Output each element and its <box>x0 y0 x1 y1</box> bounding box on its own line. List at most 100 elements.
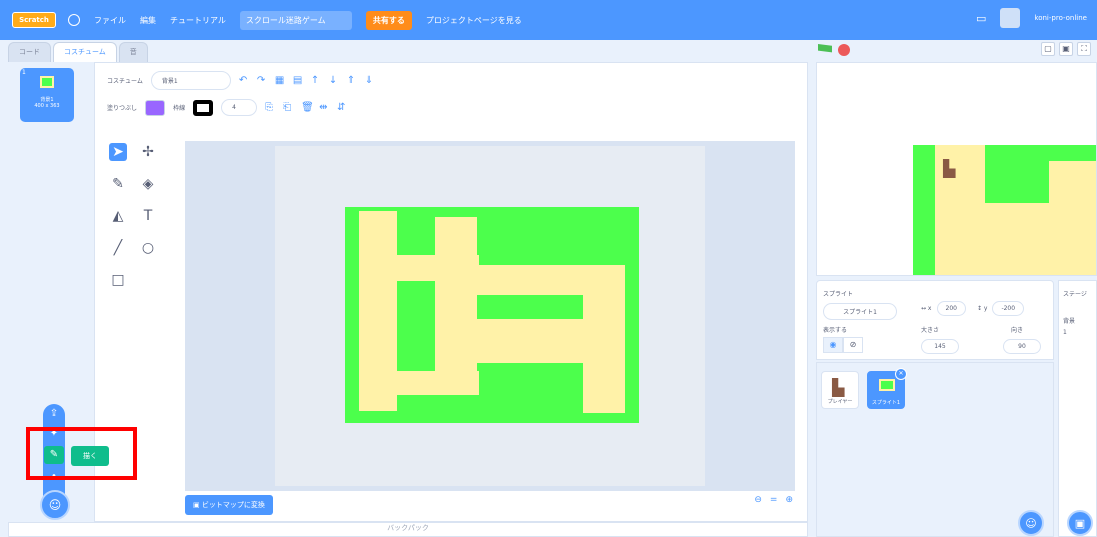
account-area: ▭ koni-pro-online <box>976 8 1087 28</box>
paste-icon[interactable]: ⎗ <box>283 102 293 113</box>
maze-drawing[interactable] <box>345 207 639 423</box>
outline-color-swatch[interactable] <box>193 99 214 116</box>
tab-costume[interactable]: コスチューム <box>53 42 117 62</box>
line-tool-icon[interactable]: ╱ <box>109 239 127 257</box>
upload-icon[interactable]: ⇪ <box>44 405 64 423</box>
username[interactable]: koni-pro-online <box>1034 14 1087 22</box>
sprite-card-sprite1[interactable]: スプライト1 ✕ <box>867 368 907 409</box>
stage-title: ステージ <box>1063 291 1087 298</box>
stage-size-controls: ▢ ▣ ⛶ <box>1041 42 1091 56</box>
sprite-name-input[interactable]: スプライト1 <box>823 303 897 320</box>
costume-name-input[interactable]: 背景1 <box>150 71 231 90</box>
select-tool-icon[interactable]: ➤ <box>109 143 127 161</box>
backpack[interactable]: バックパック <box>8 522 808 537</box>
x-input[interactable]: 200 <box>936 301 966 316</box>
project-page-link[interactable]: プロジェクトページを見る <box>426 15 522 26</box>
flip-horizontal-icon[interactable]: ⇹ <box>319 102 329 113</box>
convert-to-bitmap-button[interactable]: ▣ ビットマップに変換 <box>185 495 273 515</box>
costume-index: 1 <box>22 69 26 76</box>
circle-tool-icon[interactable]: ○ <box>139 239 157 257</box>
flip-vertical-icon[interactable]: ⇵ <box>337 102 347 113</box>
paint-editor: コスチューム 背景1 ↶ ↷ ▦ ▤ ↑ ↓ ⇑ ⇓ 塗りつぶし 枠線 4 ⎘ … <box>94 62 808 522</box>
convert-label: ビットマップに変換 <box>201 501 265 509</box>
back-icon[interactable]: ⇓ <box>365 75 375 86</box>
costume-thumbnail[interactable]: 1 背景1 400 x 363 <box>20 68 74 122</box>
direction-label: 向き <box>1011 327 1024 334</box>
drawing-canvas[interactable] <box>185 141 795 491</box>
outline-label: 枠線 <box>173 105 186 112</box>
eraser-tool-icon[interactable]: ◈ <box>139 175 157 193</box>
copy-icon[interactable]: ⎘ <box>265 102 275 113</box>
outline-width-input[interactable]: 4 <box>221 99 258 116</box>
fill-outline-row: 塗りつぶし 枠線 4 ⎘ ⎗ 🗑 ⇹ ⇵ <box>107 99 347 116</box>
fullscreen-icon[interactable]: ⛶ <box>1077 42 1091 56</box>
fill-tool-icon[interactable]: ◭ <box>109 207 127 225</box>
redo-icon[interactable]: ↷ <box>257 75 267 86</box>
avatar[interactable] <box>1000 8 1021 28</box>
backward-icon[interactable]: ↓ <box>329 75 339 86</box>
forward-icon[interactable]: ↑ <box>311 75 321 86</box>
project-title-input[interactable]: スクロール迷路ゲーム <box>239 10 352 30</box>
rectangle-tool-icon[interactable]: □ <box>109 271 127 289</box>
tab-sound[interactable]: 音 <box>118 42 148 62</box>
ungroup-icon[interactable]: ▤ <box>293 75 303 86</box>
group-icon[interactable]: ▦ <box>275 75 285 86</box>
stage-selector[interactable]: ステージ 背景 1 <box>1058 280 1097 537</box>
add-backdrop-button[interactable]: ▣ <box>1067 510 1093 536</box>
x-arrow-icon: ↔ x <box>921 305 932 312</box>
y-arrow-icon: ↕ y <box>976 305 988 312</box>
costume-thumb-name: 背景1 <box>40 97 54 103</box>
reshape-tool-icon[interactable]: ✢ <box>139 143 157 161</box>
sprite-info-panel: スプライト スプライト1 ↔ x 200 ↕ y -200 表示する 大きさ 向… <box>816 280 1054 360</box>
tab-code-label: コード <box>19 48 40 56</box>
bear-sprite-icon[interactable]: ▙ <box>943 159 955 178</box>
backdrop-count: 1 <box>1063 329 1067 336</box>
zoom-in-icon[interactable]: ⊕ <box>785 495 793 505</box>
costume-preview <box>40 76 54 88</box>
y-input[interactable]: -200 <box>992 301 1025 316</box>
tab-costume-label: コスチューム <box>64 48 106 56</box>
delete-icon[interactable]: ✕ <box>895 368 907 380</box>
undo-icon[interactable]: ↶ <box>239 75 249 86</box>
size-input[interactable]: 145 <box>921 339 959 354</box>
hide-eye-icon[interactable]: ⊘ <box>843 337 863 353</box>
maze-thumb-icon <box>879 379 895 391</box>
costume-label: コスチューム <box>107 78 143 85</box>
folder-icon[interactable]: ▭ <box>976 12 986 25</box>
sprite-name: プレイヤー <box>827 399 853 405</box>
stop-icon[interactable] <box>838 44 850 56</box>
direction-input[interactable]: 90 <box>1003 339 1041 354</box>
backdrop-label: 背景 <box>1063 318 1076 325</box>
show-eye-icon[interactable]: ◉ <box>823 337 843 353</box>
zoom-out-icon[interactable]: ⊖ <box>754 495 762 505</box>
add-sprite-button[interactable]: ☺ <box>1018 510 1044 536</box>
stage[interactable]: ▙ <box>816 62 1097 276</box>
fill-color-swatch[interactable] <box>145 99 166 116</box>
front-icon[interactable]: ⇑ <box>347 75 357 86</box>
bear-icon: ▙ <box>832 378 845 397</box>
highlight-box <box>26 427 137 480</box>
brush-tool-icon[interactable]: ✎ <box>109 175 127 193</box>
small-stage-icon[interactable]: ▢ <box>1041 42 1055 56</box>
green-flag-icon[interactable] <box>818 44 832 53</box>
zoom-reset-icon[interactable]: = <box>770 495 778 505</box>
share-button[interactable]: 共有する <box>365 10 412 30</box>
editor-tabs: コード コスチューム 音 <box>8 42 148 62</box>
menu-tutorial[interactable]: チュートリアル <box>170 15 226 26</box>
add-costume-button[interactable]: ☺ <box>40 490 70 520</box>
text-tool-icon[interactable]: T <box>139 207 157 225</box>
costume-thumb-size: 400 x 363 <box>34 103 60 109</box>
tab-code[interactable]: コード <box>8 42 51 62</box>
sprite-name: スプライト1 <box>871 400 901 406</box>
globe-icon[interactable] <box>68 14 80 26</box>
scratch-logo[interactable]: Scratch <box>12 12 56 28</box>
sprite-label: スプライト <box>823 291 854 298</box>
tab-sound-label: 音 <box>129 48 137 56</box>
menu-edit[interactable]: 編集 <box>140 15 156 26</box>
stage-header: ▢ ▣ ⛶ <box>816 40 1097 60</box>
trash-icon[interactable]: 🗑 <box>301 102 314 113</box>
normal-stage-icon[interactable]: ▣ <box>1059 42 1073 56</box>
costume-name-row: コスチューム 背景1 ↶ ↷ ▦ ▤ ↑ ↓ ⇑ ⇓ <box>107 71 375 90</box>
sprite-card-player[interactable]: ▙ プレイヤー <box>821 371 859 409</box>
menu-file[interactable]: ファイル <box>94 15 126 26</box>
